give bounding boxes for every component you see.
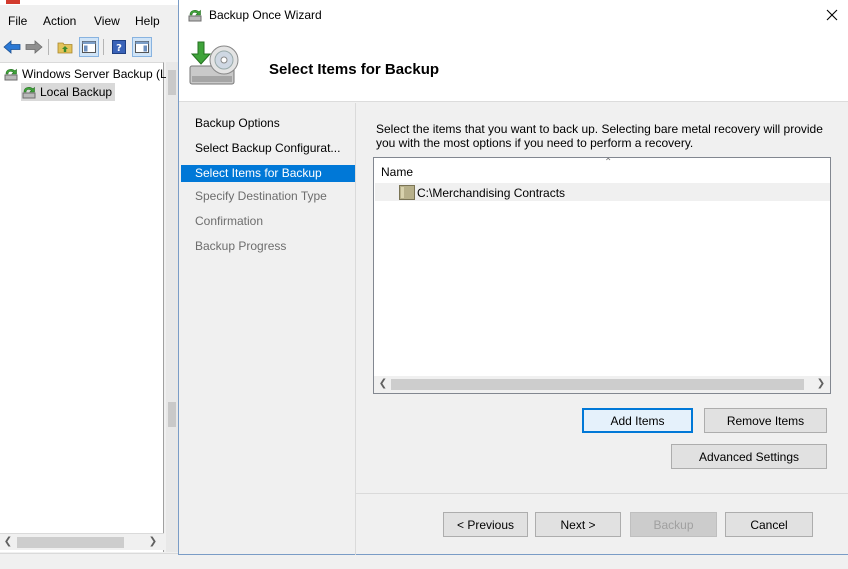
wizard-titlebar: Backup Once Wizard — [179, 0, 848, 30]
backup-icon — [22, 86, 36, 99]
remove-items-button[interactable]: Remove Items — [704, 408, 827, 433]
list-item-label: C:\Merchandising Contracts — [417, 186, 566, 200]
scroll-right-icon[interactable]: ❯ — [814, 377, 828, 391]
scroll-left-icon[interactable]: ❮ — [1, 535, 15, 549]
add-items-button[interactable]: Add Items — [582, 408, 693, 433]
toolbar-separator — [103, 39, 104, 55]
step-select-items-for-backup[interactable]: Select Items for Backup — [181, 165, 355, 182]
advanced-settings-button[interactable]: Advanced Settings — [671, 444, 827, 469]
backup-items-list[interactable]: Name ⌃ C:\Merchandising Contracts ❮ ❯ — [373, 157, 831, 394]
close-icon — [826, 9, 838, 21]
results-pane-edge — [166, 62, 178, 552]
step-confirmation: Confirmation — [195, 214, 264, 228]
back-arrow-icon[interactable] — [2, 37, 22, 57]
backup-once-wizard: Backup Once Wizard Select Items for Back… — [178, 0, 848, 555]
column-name-label: Name — [381, 165, 414, 179]
list-horizontal-scrollbar[interactable]: ❮ ❯ — [374, 376, 830, 393]
menu-help[interactable]: Help — [135, 14, 160, 28]
mmc-toolbar: ? — [0, 34, 178, 60]
backup-disk-icon — [189, 41, 239, 85]
mmc-window: File Action View Help ? Windows Server B… — [0, 0, 200, 569]
svg-text:?: ? — [116, 43, 122, 54]
console-tree: Windows Server Backup (Local) Local Back… — [0, 62, 193, 552]
scroll-thumb[interactable] — [391, 379, 804, 390]
scroll-right-icon[interactable]: ❯ — [146, 535, 160, 549]
mmc-status-bar — [0, 553, 180, 569]
pane-edge-mark — [168, 70, 176, 95]
pane-edge-mark — [168, 402, 176, 427]
folder-icon — [399, 185, 415, 200]
footer-separator — [356, 493, 848, 494]
list-item[interactable]: C:\Merchandising Contracts — [375, 183, 830, 201]
tree-item-label: Local Backup — [40, 85, 113, 99]
step-backup-options[interactable]: Backup Options — [181, 115, 355, 132]
page-heading: Select Items for Backup — [269, 61, 440, 78]
list-column-header[interactable]: Name ⌃ — [374, 157, 830, 182]
wizard-title: Backup Once Wizard — [209, 8, 322, 22]
step-select-backup-configuration[interactable]: Select Backup Configurat... — [181, 140, 355, 157]
menu-file[interactable]: File — [8, 14, 27, 28]
mmc-app-mark — [6, 0, 20, 4]
backup-icon — [188, 9, 202, 22]
mmc-menubar: File Action View Help — [0, 10, 178, 32]
tree-horizontal-scrollbar[interactable]: ❮ ❯ — [0, 533, 164, 550]
step-specify-destination-type: Specify Destination Type — [195, 189, 327, 203]
menu-view[interactable]: View — [94, 14, 120, 28]
sort-ascending-icon: ⌃ — [604, 157, 613, 168]
step-backup-progress: Backup Progress — [195, 239, 287, 253]
show-hide-action-pane-icon[interactable] — [132, 37, 152, 57]
up-folder-icon[interactable] — [55, 37, 75, 57]
wizard-steps-nav: Backup Options Select Backup Configurat.… — [179, 103, 355, 555]
tree-item-wsb-root[interactable]: Windows Server Backup (Local) — [3, 65, 193, 83]
page-description: Select the items that you want to back u… — [376, 122, 823, 150]
nav-divider — [355, 103, 356, 555]
scroll-thumb[interactable] — [17, 537, 124, 548]
close-button[interactable] — [820, 4, 844, 26]
menu-action[interactable]: Action — [43, 14, 76, 28]
mmc-title-strip — [0, 0, 178, 5]
tree-item-local-backup[interactable]: Local Backup — [21, 83, 116, 101]
backup-icon — [4, 68, 18, 81]
show-hide-tree-icon[interactable] — [79, 37, 99, 57]
previous-button[interactable]: < Previous — [443, 512, 528, 537]
next-button[interactable]: Next > — [535, 512, 621, 537]
forward-arrow-icon[interactable] — [24, 37, 44, 57]
help-icon[interactable]: ? — [109, 37, 129, 57]
backup-button: Backup — [630, 512, 717, 537]
cancel-button[interactable]: Cancel — [725, 512, 813, 537]
wizard-header: Select Items for Backup — [179, 30, 848, 102]
scroll-left-icon[interactable]: ❮ — [376, 377, 390, 391]
toolbar-separator — [48, 39, 49, 55]
